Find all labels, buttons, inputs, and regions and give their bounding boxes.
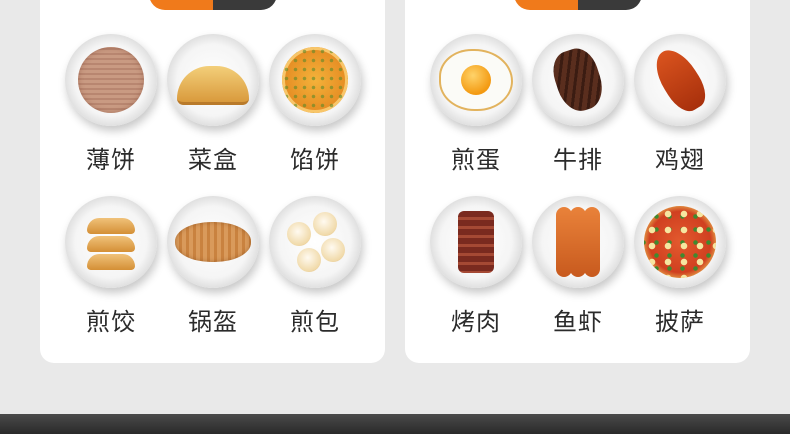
fried-egg-plate-image — [430, 34, 522, 126]
card-title-part-b: 面饼 — [212, 0, 277, 10]
food-grid: 煎蛋 牛排 鸡翅 烤肉 鱼虾 披萨 — [425, 34, 731, 358]
bottom-dark-band — [0, 414, 790, 434]
card-title-part-a: 西式 — [513, 0, 578, 10]
food-item-shrimp: 鱼虾 — [527, 196, 629, 358]
food-item-bo-bing: 薄饼 — [60, 34, 162, 196]
food-label: 馅饼 — [290, 146, 340, 174]
food-item-roast-meat: 烤肉 — [425, 196, 527, 358]
food-label: 煎饺 — [86, 308, 136, 336]
card-title-pill: 中式 面饼 — [148, 0, 277, 10]
food-grid: 薄饼 菜盒 馅饼 煎饺 锅盔 煎包 — [60, 34, 366, 358]
shrimp-plate-image — [532, 196, 624, 288]
food-label: 披萨 — [655, 308, 705, 336]
pizza-plate-image — [634, 196, 726, 288]
food-item-pizza: 披萨 — [629, 196, 731, 358]
food-item-guo-kui: 锅盔 — [162, 196, 264, 358]
xian-bing-plate-image — [269, 34, 361, 126]
card-title-part-b: 煎烤 — [577, 0, 642, 10]
food-label: 烤肉 — [451, 308, 501, 336]
food-label: 鱼虾 — [553, 308, 603, 336]
roast-meat-plate-image — [430, 196, 522, 288]
card-title-part-a: 中式 — [148, 0, 213, 10]
food-label: 菜盒 — [188, 146, 238, 174]
food-label: 锅盔 — [188, 308, 238, 336]
western-grill-card: 西式 煎烤 煎蛋 牛排 鸡翅 烤肉 鱼虾 披萨 — [405, 0, 750, 363]
food-label: 牛排 — [553, 146, 603, 174]
food-label: 煎包 — [290, 308, 340, 336]
food-item-jian-bao: 煎包 — [264, 196, 366, 358]
chinese-pancakes-card: 中式 面饼 薄饼 菜盒 馅饼 煎饺 锅盔 — [40, 0, 385, 363]
food-label: 薄饼 — [86, 146, 136, 174]
jian-bao-plate-image — [269, 196, 361, 288]
bo-bing-plate-image — [65, 34, 157, 126]
food-item-xian-bing: 馅饼 — [264, 34, 366, 196]
steak-plate-image — [532, 34, 624, 126]
food-item-cai-he: 菜盒 — [162, 34, 264, 196]
cai-he-plate-image — [167, 34, 259, 126]
card-title-pill: 西式 煎烤 — [513, 0, 642, 10]
food-label: 鸡翅 — [655, 146, 705, 174]
guo-kui-plate-image — [167, 196, 259, 288]
food-item-fried-egg: 煎蛋 — [425, 34, 527, 196]
food-label: 煎蛋 — [451, 146, 501, 174]
food-item-chicken-wing: 鸡翅 — [629, 34, 731, 196]
chicken-wing-plate-image — [634, 34, 726, 126]
food-item-steak: 牛排 — [527, 34, 629, 196]
food-item-jian-jiao: 煎饺 — [60, 196, 162, 358]
jian-jiao-plate-image — [65, 196, 157, 288]
